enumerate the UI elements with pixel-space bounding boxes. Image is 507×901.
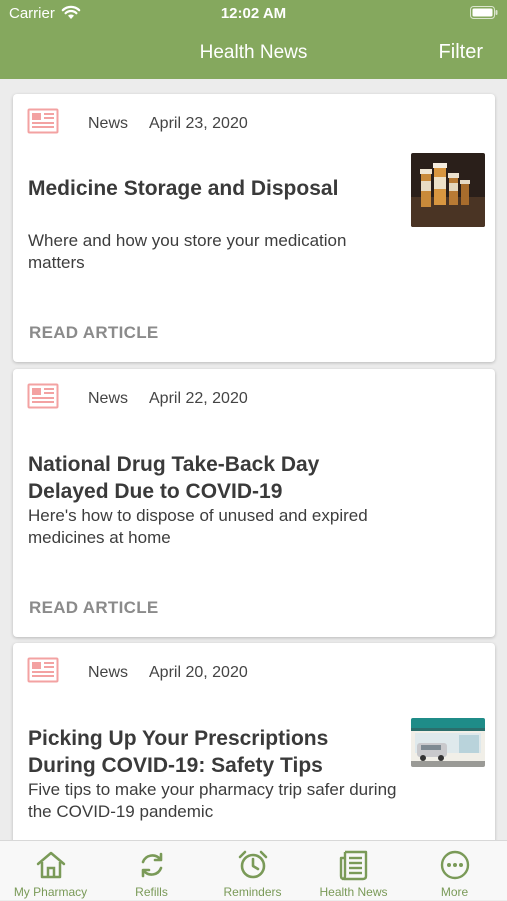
article-summary: Five tips to make your pharmacy trip saf… [28,780,397,821]
article-card[interactable]: News April 20, 2020 Picking Up Your Pres… [13,643,495,840]
article-date: April 23, 2020 [149,115,248,132]
newspaper-icon [27,108,59,139]
article-category: News [88,664,129,681]
tab-label: My Pharmacy [13,885,88,899]
article-title[interactable]: Medicine Storage and Disposal [28,175,388,202]
article-summary: Where and how you store your medication … [28,231,347,272]
refresh-icon [141,852,163,878]
article-date: April 22, 2020 [149,390,248,407]
newspaper-icon [27,657,59,688]
tab-label: Health News [319,885,388,899]
read-article-button[interactable]: READ ARTICLE [29,323,159,343]
article-date: April 20, 2020 [149,664,248,681]
tab-refills[interactable]: Refills [101,841,202,901]
filter-button[interactable]: Filter [439,41,483,64]
tab-reminders[interactable]: Reminders [202,841,303,901]
article-title[interactable]: National Drug Take-Back Day Delayed Due … [28,451,388,505]
article-category: News [88,390,129,407]
alarm-clock-icon [238,850,268,879]
home-icon [36,851,66,879]
article-title[interactable]: Picking Up Your Prescriptions During COV… [28,725,388,779]
article-card[interactable]: News April 23, 2020 Medicine Storage and… [13,94,495,362]
article-card[interactable]: News April 22, 2020 National Drug Take-B… [13,369,495,637]
tab-more[interactable]: More [404,841,505,901]
tab-my-pharmacy[interactable]: My Pharmacy [0,841,101,901]
article-category: News [88,115,129,132]
newspaper-icon [339,850,368,881]
battery-icon [470,6,498,24]
article-summary: Here's how to dispose of unused and expi… [28,506,368,547]
tab-bar: My Pharmacy Refills Reminders Health New… [0,840,507,900]
navigation-bar: Health News Filter [0,28,507,79]
tab-label: Reminders [223,885,282,899]
newspaper-icon [27,383,59,414]
status-bar: Carrier 12:02 AM [0,0,507,28]
article-thumbnail[interactable] [411,153,485,227]
more-dots-icon [440,850,470,880]
news-feed[interactable]: News April 23, 2020 Medicine Storage and… [0,79,507,840]
article-thumbnail[interactable] [411,718,485,767]
tab-health-news[interactable]: Health News [303,841,404,901]
status-time: 12:02 AM [220,5,287,22]
tab-label: Refills [135,885,168,899]
page-title: Health News [199,42,308,63]
tab-label: More [440,885,469,899]
read-article-button[interactable]: READ ARTICLE [29,598,159,618]
